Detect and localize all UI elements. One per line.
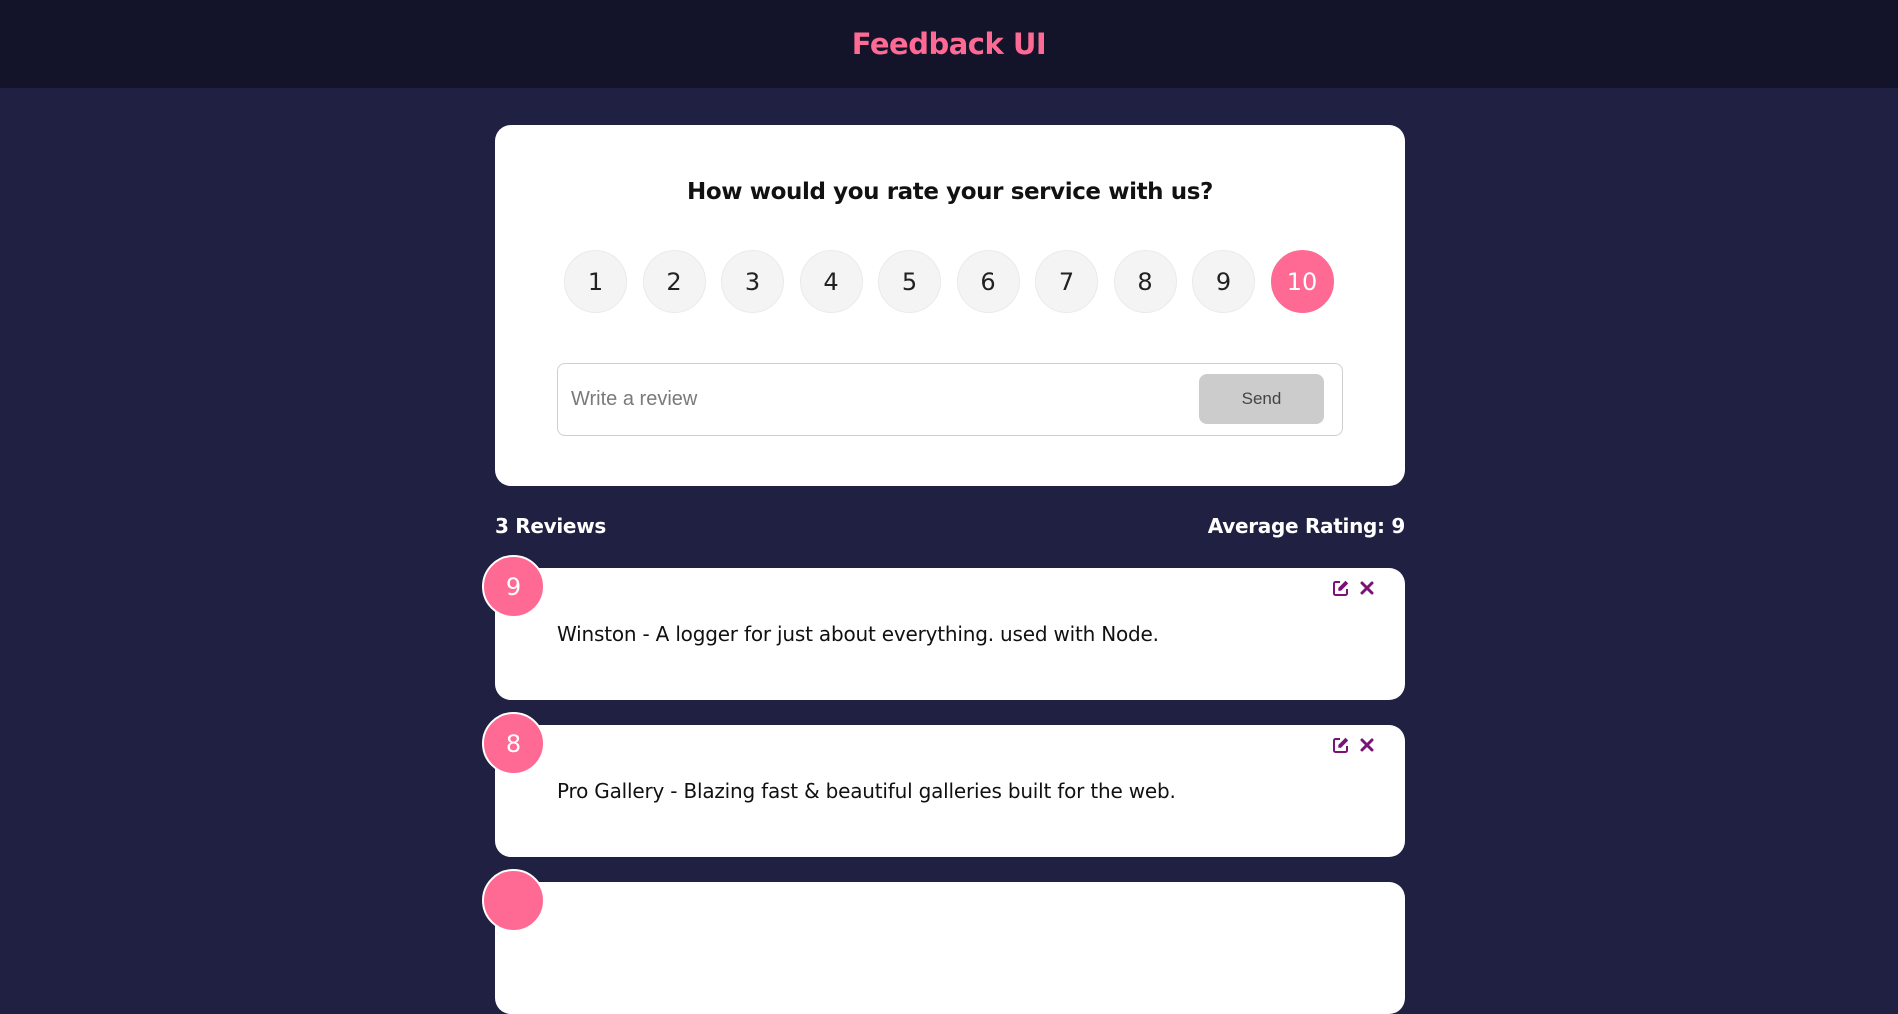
- feedback-stats: 3 Reviews Average Rating: 9: [495, 514, 1405, 542]
- rating-option-4[interactable]: 4: [799, 250, 863, 313]
- review-form: Send: [557, 363, 1343, 436]
- rating-question: How would you rate your service with us?: [687, 179, 1213, 205]
- review-count: 3 Reviews: [495, 514, 606, 538]
- rating-option-8[interactable]: 8: [1113, 250, 1177, 313]
- rating-card: How would you rate your service with us?…: [495, 125, 1405, 486]
- rating-option-1[interactable]: 1: [564, 250, 627, 313]
- feedback-text: Winston - A logger for just about everyt…: [557, 622, 1159, 646]
- rating-option-10[interactable]: 10: [1270, 250, 1334, 313]
- rating-options: 1 2 3 4 5 6 7 8 9 10: [564, 250, 1334, 313]
- rating-option-3[interactable]: 3: [721, 250, 784, 313]
- rating-option-6[interactable]: 6: [956, 250, 1020, 313]
- send-button[interactable]: Send: [1199, 374, 1324, 424]
- delete-button[interactable]: [1357, 578, 1377, 598]
- feedback-rating-badge: 9: [482, 555, 545, 618]
- close-icon: [1360, 738, 1374, 752]
- edit-button[interactable]: [1331, 735, 1351, 755]
- delete-button[interactable]: [1357, 735, 1377, 755]
- feedback-rating-badge: 8: [482, 712, 545, 775]
- edit-icon: [1333, 580, 1349, 596]
- close-icon: [1360, 581, 1374, 595]
- feedback-rating-badge: [482, 869, 545, 932]
- feedback-item: 8 Pro Gallery - Blazing fast & beautiful…: [482, 712, 1405, 857]
- top-bar: Feedback UI: [0, 0, 1898, 88]
- feedback-item: 9 Winston - A logger for just about ever…: [482, 555, 1405, 700]
- feedback-item: [482, 869, 1405, 1014]
- app-title: Feedback UI: [851, 27, 1047, 61]
- rating-option-2[interactable]: 2: [642, 250, 706, 313]
- rating-option-7[interactable]: 7: [1035, 250, 1098, 313]
- edit-button[interactable]: [1331, 578, 1351, 598]
- average-rating: Average Rating: 9: [1207, 514, 1406, 538]
- review-input[interactable]: [558, 364, 1198, 435]
- rating-option-9[interactable]: 9: [1192, 250, 1255, 313]
- feedback-text: Pro Gallery - Blazing fast & beautiful g…: [557, 779, 1176, 803]
- rating-option-5[interactable]: 5: [878, 250, 941, 313]
- edit-icon: [1333, 737, 1349, 753]
